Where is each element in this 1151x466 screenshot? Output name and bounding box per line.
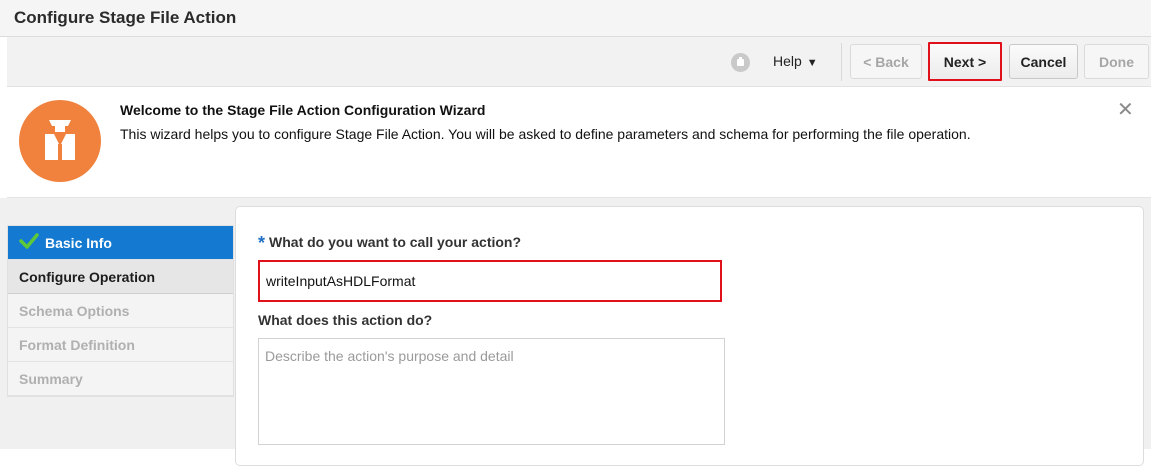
step-label: Summary bbox=[19, 370, 83, 387]
action-name-input[interactable] bbox=[258, 260, 722, 302]
step-basic-info[interactable]: Basic Info bbox=[8, 226, 233, 260]
back-button[interactable]: < Back bbox=[850, 44, 922, 79]
help-label: Help bbox=[773, 53, 802, 69]
welcome-title: Welcome to the Stage File Action Configu… bbox=[120, 102, 486, 118]
required-marker: * bbox=[258, 233, 266, 253]
wizard-toolbar: Help ▼ < Back Next > Cancel Done bbox=[7, 37, 1151, 87]
checkmark-icon bbox=[19, 233, 39, 252]
welcome-banner: Welcome to the Stage File Action Configu… bbox=[7, 88, 1151, 198]
caret-down-icon: ▼ bbox=[806, 57, 818, 69]
form-panel: * What do you want to call your action? W… bbox=[235, 206, 1144, 466]
help-menu[interactable]: Help ▼ bbox=[773, 53, 818, 69]
stage-file-action-icon bbox=[19, 100, 101, 182]
step-label: Basic Info bbox=[45, 234, 112, 251]
step-summary: Summary bbox=[8, 362, 233, 396]
action-description-label: What does this action do? bbox=[258, 312, 433, 328]
status-icon[interactable] bbox=[731, 53, 750, 72]
welcome-text: This wizard helps you to configure Stage… bbox=[120, 126, 971, 142]
step-schema-options: Schema Options bbox=[8, 294, 233, 328]
step-label: Schema Options bbox=[19, 302, 130, 319]
action-name-label-text: What do you want to call your action? bbox=[269, 234, 522, 250]
wizard-steps: Basic Info Configure Operation Schema Op… bbox=[7, 225, 234, 397]
step-label: Format Definition bbox=[19, 336, 135, 353]
next-button[interactable]: Next > bbox=[928, 42, 1002, 81]
page-title: Configure Stage File Action bbox=[14, 8, 237, 27]
title-bar: Configure Stage File Action bbox=[0, 0, 1151, 37]
action-name-label: * What do you want to call your action? bbox=[258, 231, 522, 253]
step-label: Configure Operation bbox=[19, 268, 156, 285]
close-icon[interactable]: ✕ bbox=[1117, 100, 1134, 120]
action-description-input[interactable] bbox=[258, 338, 725, 445]
step-format-definition: Format Definition bbox=[8, 328, 233, 362]
step-configure-operation[interactable]: Configure Operation bbox=[8, 260, 233, 294]
toolbar-divider bbox=[841, 43, 842, 81]
done-button[interactable]: Done bbox=[1084, 44, 1149, 79]
cancel-button[interactable]: Cancel bbox=[1009, 44, 1078, 79]
